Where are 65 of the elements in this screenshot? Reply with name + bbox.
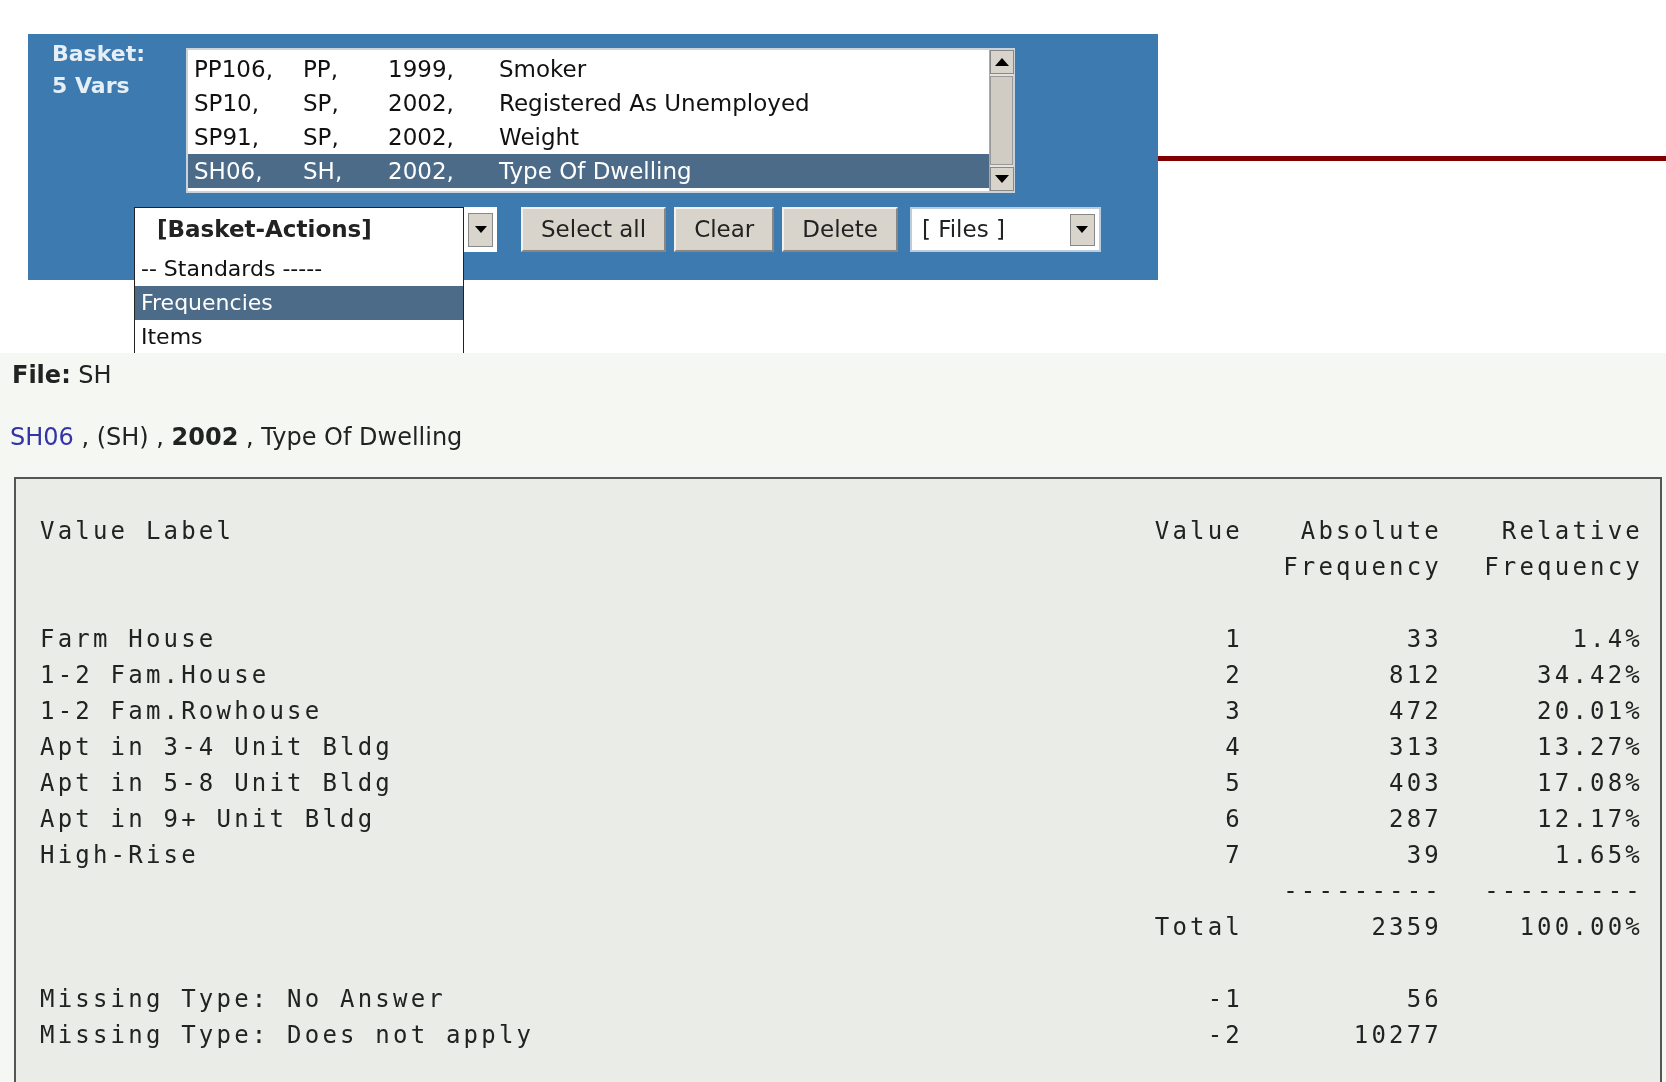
table-cell-text: 1-2 Fam.Rowhouse [40, 696, 324, 727]
variable-option[interactable]: SH06, SH, 2002, Type Of Dwelling [188, 154, 989, 188]
table-cell-text: -2 [1206, 1020, 1243, 1051]
actions-dropdown[interactable]: [Basket-Actions] [134, 207, 464, 252]
table-cell-text: Apt in 3-4 Unit Bldg [40, 732, 394, 763]
total-cell-text: 2359 [1370, 912, 1442, 943]
variable-option[interactable]: SP91, SP, 2002, Weight [188, 120, 989, 154]
table-cell-text: 6 [1224, 804, 1243, 835]
file-info: File: SH [12, 363, 113, 387]
scroll-thumb[interactable] [990, 76, 1013, 165]
table-cell-text: 472 [1388, 696, 1442, 727]
action-button[interactable]: Clear [674, 207, 775, 252]
table-cell-text: 34.42% [1536, 660, 1643, 691]
separator-dashes: --------- [1282, 876, 1442, 907]
column-header: Relative Frequency [1483, 516, 1643, 583]
table-cell-text: Apt in 5-8 Unit Bldg [40, 768, 394, 799]
table-cell-text: 7 [1224, 840, 1243, 871]
table-cell-text: Missing Type: No Answer [40, 984, 447, 1015]
table-cell-text: 1 [1224, 624, 1243, 655]
total-cell-text: Total [1153, 912, 1243, 943]
table-cell-text: 313 [1388, 732, 1442, 763]
table-cell-text: 3 [1224, 696, 1243, 727]
table-cell-text: 10277 [1352, 1020, 1442, 1051]
column-header: Value Label [40, 516, 236, 547]
table-cell-text: 4 [1224, 732, 1243, 763]
table-cell-text: 13.27% [1536, 732, 1643, 763]
action-button[interactable]: Delete [782, 207, 898, 252]
table-cell-text: Farm House [40, 624, 218, 655]
files-dropdown[interactable]: [ Files ] [909, 207, 1101, 252]
variable-link[interactable]: SH06 [10, 423, 74, 451]
table-cell-text: High-Rise [40, 840, 200, 871]
table-cell-text: -1 [1206, 984, 1243, 1015]
scroll-up-icon[interactable] [990, 50, 1014, 74]
table-cell-text: 39 [1405, 840, 1442, 871]
table-cell-text: 1.65% [1553, 840, 1643, 871]
scrollbar[interactable] [989, 50, 1013, 191]
table-cell-text: 33 [1405, 624, 1442, 655]
scroll-down-icon[interactable] [990, 167, 1014, 191]
table-cell-text: 1.4% [1571, 624, 1643, 655]
dropdown-option[interactable]: Items [135, 320, 463, 353]
table-cell-text: 5 [1224, 768, 1243, 799]
variable-title: SH06 , (SH) , 2002 , Type Of Dwelling [10, 422, 464, 453]
total-cell-text: 100.00% [1518, 912, 1643, 943]
table-cell-text: 812 [1388, 660, 1442, 691]
table-cell-text: 20.01% [1536, 696, 1643, 727]
variable-option[interactable]: PP106, PP, 1999, Smoker [188, 52, 989, 86]
table-cell-text: 2 [1224, 660, 1243, 691]
basket-count: 5 Vars [52, 72, 131, 100]
variable-listbox[interactable]: PP106, PP, 1999, Smoker SP10, SP, 2002, Registered As Unemployed SP91, SP, 2002, Weight SH06, SH, 2002, Type Of Dwelling [186, 48, 1015, 193]
table-cell-text: Missing Type: Does not apply [40, 1020, 536, 1051]
table-cell-text: Apt in 9+ Unit Bldg [40, 804, 377, 835]
column-header: Value [1153, 516, 1243, 547]
variable-option[interactable]: SP10, SP, 2002, Registered As Unemployed [188, 86, 989, 120]
table-cell-text: 403 [1388, 768, 1442, 799]
dropdown-option[interactable]: -- Standards ----- [135, 252, 463, 286]
table-cell-text: 1-2 Fam.House [40, 660, 271, 691]
table-cell-text: 56 [1405, 984, 1442, 1015]
basket-label: Basket: [52, 40, 146, 68]
table-cell-text: 287 [1388, 804, 1442, 835]
table-cell-text: 17.08% [1536, 768, 1643, 799]
column-header: Absolute Frequency [1282, 516, 1442, 583]
dropdown-option[interactable]: Frequencies [135, 286, 463, 320]
separator-dashes: --------- [1483, 876, 1643, 907]
action-button[interactable]: Select all [521, 207, 667, 252]
table-cell-text: 12.17% [1536, 804, 1643, 835]
